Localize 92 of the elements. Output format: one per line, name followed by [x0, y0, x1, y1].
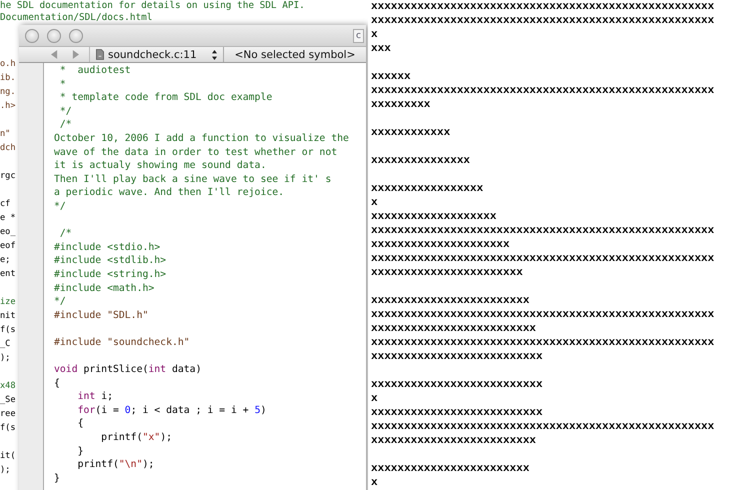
output-line: xxxxxxxxxxxx	[371, 126, 450, 140]
code-fragment: ng.	[0, 86, 16, 99]
code-line: }	[76, 444, 84, 458]
code-line: Then I'll play back a sine wave to see if it' s	[54, 172, 332, 186]
output-line: xxxxxxxxxxxxxxxxxxxxxxxxxx	[371, 350, 543, 364]
code-fragment: );	[0, 352, 10, 365]
code-line: * audiotest	[58, 64, 131, 78]
output-line: xxxxxxxxxxxxxxxxxxxxxxxxxxxxxxxxxxxxxxxxxxxxxxxxxxxx	[371, 84, 714, 98]
code-line: {	[76, 417, 84, 432]
code-line: /*	[58, 118, 72, 132]
code-line: Documentation/SDL/docs.html	[0, 12, 154, 24]
output-line: xxxxxxxxxxxxxxxxxxxxxxxx	[371, 294, 530, 308]
code-line: */	[58, 104, 72, 118]
code-line: int i;	[76, 390, 113, 404]
code-line: */	[54, 295, 66, 309]
output-line: xxxxxxxxxxxxxxxxxxxxxxxxxxxxxxxxxxxxxxxxxxxxxxxxxxxx	[371, 0, 714, 14]
code-fragment: nit	[0, 310, 16, 323]
code-line: *	[58, 78, 66, 92]
output-line: xxxxxxxxxxxxxxxxx	[371, 182, 484, 196]
code-fragment: _C	[0, 338, 10, 351]
output-line: xxxxxxxxxxxxxxxxxxxxxxxxx	[371, 322, 536, 336]
output-line: xxx	[371, 42, 391, 56]
code-fragment: f(s	[0, 422, 16, 435]
window-control-button[interactable]	[47, 28, 61, 42]
output-line: xxxxxxxxxxxxxxxxxxxxxxxxxxxxxxxxxxxxxxxxxxxxxxxxxxxx	[371, 14, 714, 28]
code-fragment: x48	[0, 380, 16, 393]
output-line: xxxxxxxxxxxxxxxxxxxxxxxxxxxxxxxxxxxxxxxxxxxxxxxxxxxx	[371, 308, 714, 322]
output-line: xxxxxx	[371, 70, 411, 84]
code-fragment: _Se	[0, 394, 16, 407]
code-fragment: .h>	[0, 100, 16, 113]
code-line: wave of the data in order to test whether or not	[54, 146, 338, 160]
code-line: void printSlice(int data)	[54, 363, 202, 377]
window-control-button[interactable]	[25, 28, 39, 42]
output-line: xxxxxxxxxxxxxxx	[371, 154, 470, 168]
code-fragment: eo_	[0, 226, 16, 239]
code-fragment: );	[0, 464, 10, 477]
output-line: xxxxxxxxxxxxxxxxxxxxxxxx	[371, 462, 530, 476]
code-line: }	[54, 472, 60, 486]
output-line: x	[371, 392, 378, 406]
code-fragment: n"	[0, 128, 10, 141]
code-line: #include "SDL.h"	[54, 308, 148, 322]
code-fragment: o.h	[0, 58, 16, 71]
code-fragment: cf	[0, 198, 10, 211]
code-fragment: ib.	[0, 72, 16, 85]
file-icon	[96, 49, 104, 60]
stepper-arrows-icon	[212, 50, 217, 60]
code-fragment: ree	[0, 408, 16, 421]
output-line: xxxxxxxxxxxxxxxxxxxxxxxxxx	[371, 378, 543, 392]
output-line: xxxxxxxxxxxxxxxxxxx	[371, 210, 496, 224]
file-proxy-icon[interactable]: c	[353, 28, 364, 42]
code-line: #include <math.h>	[54, 282, 154, 296]
code-line: * template code from SDL doc example	[58, 91, 272, 105]
code-line: #include <stdlib.h>	[54, 254, 166, 268]
code-line: #include <string.h>	[54, 268, 166, 282]
code-fragment: e *	[0, 212, 16, 225]
output-line: xxxxxxxxxxxxxxxxxxxxxxxxx	[371, 434, 536, 448]
code-line: printf("x");	[100, 431, 172, 445]
output-line: xxxxxxxxxxxxxxxxxxxxxxxxxx	[371, 406, 543, 420]
code-line: it is actualy showing me sound data.	[54, 159, 266, 173]
code-fragment: it(	[0, 450, 16, 463]
file-popup[interactable]: soundcheck.c:11	[90, 47, 224, 62]
output-line: xxxxxxxxxxxxxxxxxxxxxxxxxxxxxxxxxxxxxxxxxxxxxxxxxxxx	[371, 252, 714, 266]
code-fragment: f(s	[0, 324, 16, 337]
output-line: xxxxxxxxxxxxxxxxxxxxxxxxxxxxxxxxxxxxxxxxxxxxxxxxxxxx	[371, 224, 714, 238]
code-line: /*	[58, 227, 72, 241]
forward-arrow-icon[interactable]	[72, 50, 79, 59]
code-fragment: ent	[0, 268, 16, 281]
code-fragment: rgc	[0, 170, 16, 183]
code-fragment: dch	[0, 142, 16, 155]
back-arrow-icon[interactable]	[51, 50, 58, 59]
code-line: */	[54, 200, 66, 214]
code-line: {	[54, 376, 60, 390]
output-line: x	[371, 28, 378, 42]
output-line: x	[371, 476, 378, 490]
code-fragment: e;	[0, 254, 10, 267]
output-line: xxxxxxxxxxxxxxxxxxxxx	[371, 238, 510, 252]
code-line: he SDL documentation for details on using the SDL API.	[0, 0, 306, 12]
code-line: a periodic wave. And then I'll rejoice.	[54, 186, 284, 200]
code-fragment: eof	[0, 240, 16, 253]
symbol-popup[interactable]: <No selected symbol>	[224, 47, 366, 62]
code-line: for(i = 0; i < data ; i = i + 5)	[76, 404, 266, 418]
window-control-button[interactable]	[69, 28, 83, 42]
output-line: xxxxxxxxx	[371, 98, 430, 112]
output-line: xxxxxxxxxxxxxxxxxxxxxxxxxxxxxxxxxxxxxxxxxxxxxxxxxxxx	[371, 336, 714, 350]
code-line: #include "soundcheck.h"	[54, 336, 190, 350]
code-line: October 10, 2006 I add a function to visualize the	[54, 132, 349, 146]
code-fragment: ize	[0, 296, 16, 309]
code-line: printf("\n");	[76, 458, 154, 472]
output-line: xxxxxxxxxxxxxxxxxxxxxxx	[371, 266, 523, 280]
output-line: xxxxxxxxxxxxxxxxxxxxxxxxxxxxxxxxxxxxxxxxxxxxxxxxxxxx	[371, 420, 714, 434]
code-line: #include <stdio.h>	[54, 240, 160, 254]
output-line: x	[371, 196, 378, 210]
